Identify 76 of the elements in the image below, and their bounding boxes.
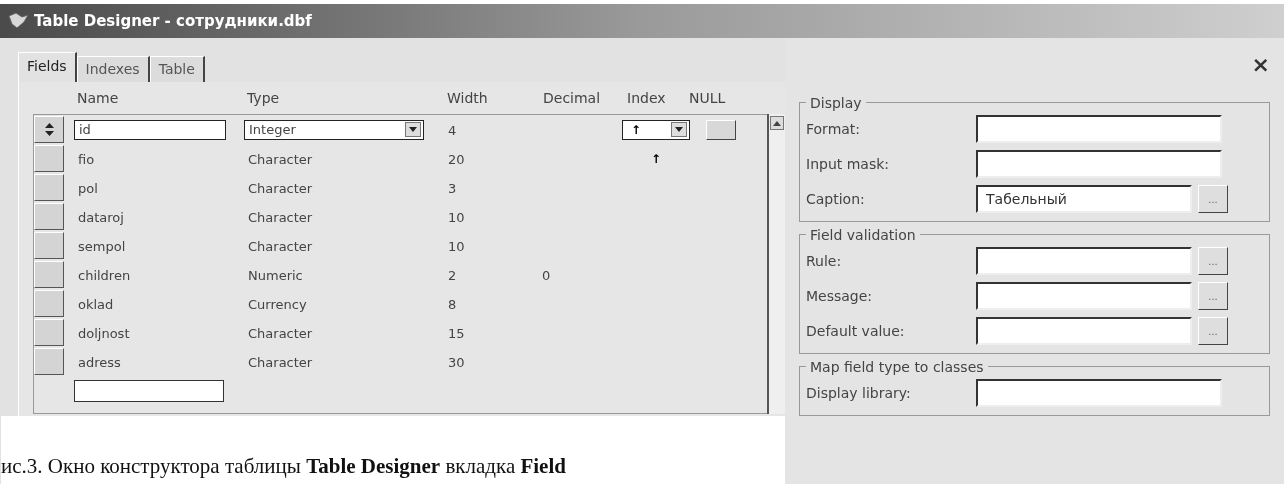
close-button[interactable]: × [1251,56,1270,74]
row-selector[interactable] [34,261,64,288]
table-cell: 2 [448,267,457,283]
ellipsis-button[interactable]: ... [1198,317,1228,345]
row-selector[interactable] [34,145,64,172]
column-header: Name [77,90,119,106]
column-header: Type [247,90,280,106]
text-field[interactable] [976,150,1222,178]
row-selector[interactable] [34,290,64,317]
up-down-arrow-icon [44,123,54,136]
column-header: Decimal [543,90,601,106]
figure-caption: ис.3. Окно конструктора таблицы Table Designer вкладка Field [1,452,566,480]
text-field[interactable]: Табельный [976,185,1192,213]
window-title: Table Designer - сотрудники.dbf [34,10,312,32]
row-selector[interactable] [34,203,64,230]
table-cell: 15 [448,325,465,341]
index-arrow: ↑ [650,150,662,168]
dropdown-arrow-icon [675,127,683,132]
row-selector[interactable] [34,116,64,143]
dropdown-arrow-icon [409,127,417,132]
ellipsis-button[interactable]: ... [1198,185,1228,213]
row-selector[interactable] [34,232,64,259]
vertical-scrollbar[interactable] [767,114,785,414]
table-cell-text: Character [247,209,314,225]
table-cell-text: fio [77,151,96,167]
table-cell-text: Character [247,238,314,254]
table-cell-text: dataroj [77,209,125,225]
table-cell: 0 [542,267,551,283]
field-label: Caption: [806,189,866,209]
field-label: Message: [806,286,874,306]
table-cell-text: doljnost [77,325,131,341]
ellipsis-button[interactable]: ... [1198,282,1228,310]
tab[interactable]: Indexes [76,56,150,82]
table-cell-text: Character [247,325,314,341]
tab[interactable]: Fields [18,52,77,82]
text-field[interactable] [976,317,1192,345]
row-selector[interactable] [34,348,64,375]
text-field[interactable] [976,379,1222,407]
tab[interactable]: Table [149,56,205,82]
table-cell: 8 [448,296,457,312]
field-label: Format: [806,119,862,139]
text-field[interactable] [976,282,1192,310]
scroll-up-icon [773,120,782,126]
field-label: Input mask: [806,154,891,174]
index-dropdown[interactable]: ↑ [622,119,690,140]
row-selector[interactable] [34,174,64,201]
field-label: Default value: [806,321,906,341]
table-cell-text: Character [247,180,314,196]
column-header: Index [627,90,666,106]
table-cell: 4 [448,122,457,138]
type-dropdown[interactable]: Integer [244,119,424,140]
row-selector[interactable] [34,319,64,346]
table-cell: 20 [448,151,465,167]
table-cell-text: oklad [77,296,115,312]
table-cell-text: Character [247,354,314,370]
null-checkbox[interactable] [706,119,736,140]
table-cell: 10 [448,209,465,225]
table-cell-text: Numeric [247,267,304,283]
ellipsis-button[interactable]: ... [1198,247,1228,275]
table-cell: 30 [448,354,465,370]
table-cell-text: Character [247,151,314,167]
table-cell-text: children [77,267,132,283]
column-header: Width [447,90,488,106]
table-cell-text: Currency [247,296,308,312]
field-label: Display library: [806,383,912,403]
name-field[interactable]: id [74,119,226,140]
column-header: NULL [689,90,726,106]
text-field[interactable] [976,247,1192,275]
table-cell-text: pol [77,180,99,196]
text-field[interactable] [976,115,1222,143]
field-label: Rule: [806,251,843,271]
new-field-input[interactable] [74,380,224,402]
table-cell: 3 [448,180,457,196]
table-cell: 10 [448,238,465,254]
table-cell-text: sempol [77,238,127,254]
table-cell-text: adress [77,354,122,370]
